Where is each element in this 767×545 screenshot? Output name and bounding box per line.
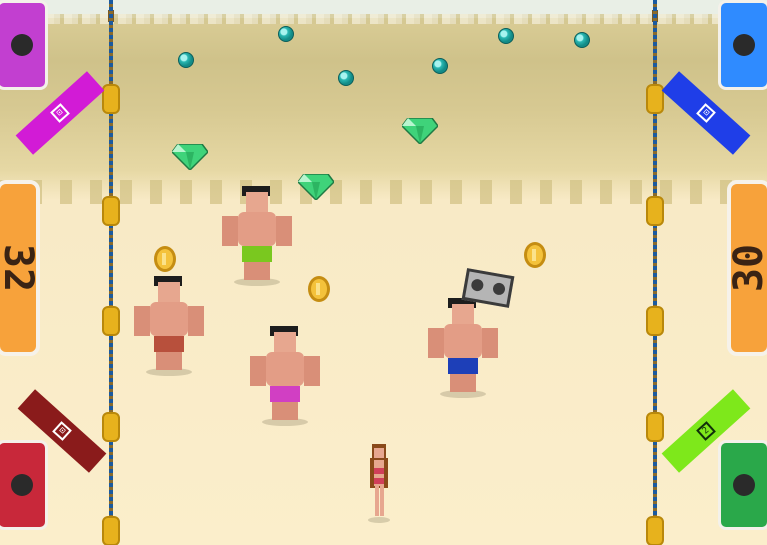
bubble: [178, 52, 194, 68]
player-badge-icon: 2: [696, 421, 716, 441]
buoy: [646, 516, 664, 545]
buoy: [102, 412, 120, 442]
button-dot-icon: [11, 474, 33, 496]
buoy: [646, 412, 664, 442]
bubble: [278, 26, 294, 42]
bubble: [338, 70, 354, 86]
beach-player: [250, 326, 320, 426]
coin-icon: [524, 242, 546, 268]
buoy: [646, 196, 664, 226]
coin-icon: [308, 276, 330, 302]
buoy: [646, 84, 664, 114]
player-badge-icon: ⊡: [50, 103, 70, 123]
right-lane-rope: [653, 0, 657, 545]
gem-icon: [402, 118, 438, 144]
player-red-button[interactable]: [0, 440, 48, 530]
player-badge-icon: ⊡: [52, 421, 72, 441]
player-green-button[interactable]: [718, 440, 767, 530]
score-left: 32: [0, 243, 42, 293]
player-badge-icon: ⊡: [696, 103, 716, 123]
button-dot-icon: [733, 474, 755, 496]
buoy: [102, 516, 120, 545]
buoy: [102, 306, 120, 336]
buoy: [102, 84, 120, 114]
buoy: [102, 196, 120, 226]
game-stage: ⊡ ⊡ ⊡ 2 32 30: [0, 0, 767, 545]
left-lane-rope: [109, 0, 113, 545]
buoy: [646, 306, 664, 336]
player-blue-button[interactable]: [718, 0, 767, 90]
beach-player: [222, 186, 292, 286]
coin-icon: [154, 246, 176, 272]
score-right: 30: [726, 243, 767, 293]
button-dot-icon: [11, 34, 33, 56]
bubble: [498, 28, 514, 44]
score-panel-right: 30: [726, 180, 767, 356]
gem-icon: [172, 144, 208, 170]
bubble: [574, 32, 590, 48]
beach-player: [428, 298, 498, 398]
score-panel-left: 32: [0, 180, 42, 356]
bubble: [432, 58, 448, 74]
beach-player: [134, 276, 204, 376]
player-purple-button[interactable]: [0, 0, 48, 90]
gem-icon: [298, 174, 334, 200]
button-dot-icon: [733, 34, 755, 56]
beach-girl: [368, 444, 390, 523]
